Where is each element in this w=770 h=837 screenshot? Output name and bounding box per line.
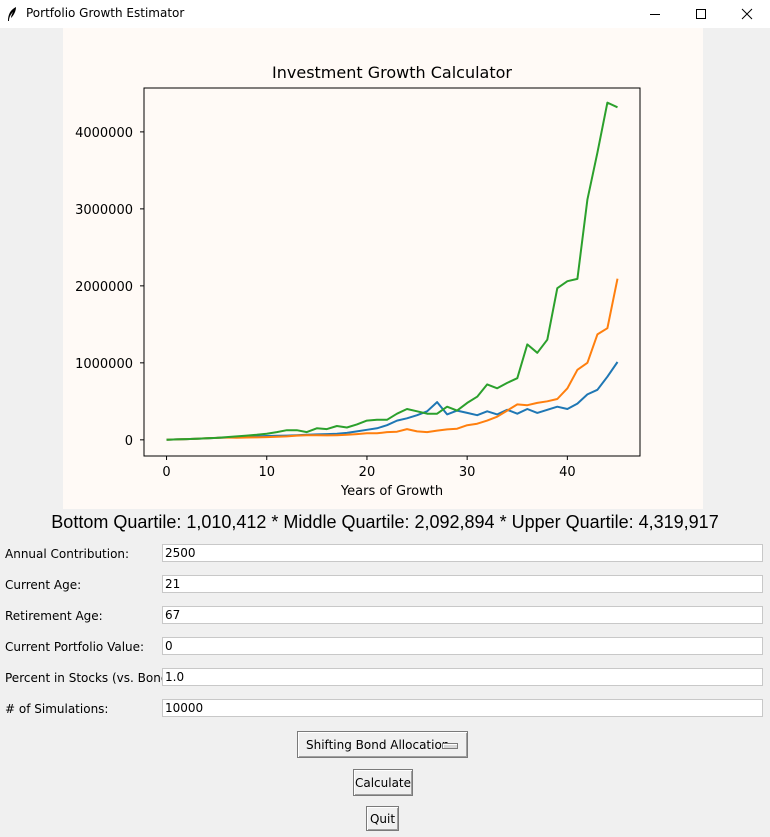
y-tick-label: 1000000 — [75, 357, 133, 372]
field-input[interactable] — [162, 575, 763, 593]
quartile-summary: Bottom Quartile: 1,010,412 * Middle Quar… — [51, 512, 719, 532]
field-input[interactable] — [162, 606, 763, 624]
field-label: Current Portfolio Value: — [5, 640, 145, 654]
allocation-menu-button[interactable]: Shifting Bond Allocation — [297, 731, 468, 758]
close-button[interactable] — [724, 0, 770, 28]
x-tick-label: 40 — [559, 465, 576, 480]
field-label: Percent in Stocks (vs. Bonds): — [5, 671, 184, 685]
feather-icon — [8, 7, 16, 21]
minimize-button[interactable] — [632, 0, 678, 28]
chart-canvas: 0 10 20 30 40 0 1000000 2000000 3000000 4000000 In… — [63, 28, 703, 509]
growth-chart: 0 10 20 30 40 0 1000000 2000000 3000000 4000000 In… — [75, 63, 641, 499]
field-input[interactable] — [162, 637, 763, 655]
field-label: Annual Contribution: — [5, 547, 130, 561]
calculate-button[interactable]: Calculate — [353, 769, 413, 796]
maximize-icon — [696, 9, 706, 19]
close-icon — [741, 8, 753, 20]
y-tick-label: 2000000 — [75, 280, 133, 295]
menu-indicator-icon — [442, 743, 458, 749]
field-label: Retirement Age: — [5, 609, 103, 623]
minimize-icon — [650, 14, 660, 15]
window-titlebar[interactable]: Portfolio Growth Estimator — [0, 0, 770, 28]
field-label: # of Simulations: — [5, 702, 109, 716]
x-tick-label: 20 — [359, 465, 376, 480]
field-input[interactable] — [162, 668, 763, 686]
allocation-menu-label: Shifting Bond Allocation — [306, 738, 450, 752]
field-input[interactable] — [162, 699, 763, 717]
quit-button[interactable]: Quit — [366, 806, 399, 831]
plot-frame — [143, 87, 641, 457]
y-tick-label: 4000000 — [75, 126, 133, 141]
window-title: Portfolio Growth Estimator — [26, 6, 185, 20]
x-tick-label: 30 — [459, 465, 476, 480]
x-tick-label: 10 — [258, 465, 275, 480]
x-tick-label: 0 — [162, 465, 170, 480]
y-tick-label: 3000000 — [75, 203, 133, 218]
x-axis-label: Years of Growth — [340, 484, 443, 499]
chart-title: Investment Growth Calculator — [272, 63, 512, 82]
field-input[interactable] — [162, 544, 763, 562]
maximize-button[interactable] — [678, 0, 724, 28]
y-tick-label: 0 — [125, 434, 133, 449]
field-label: Current Age: — [5, 578, 82, 592]
